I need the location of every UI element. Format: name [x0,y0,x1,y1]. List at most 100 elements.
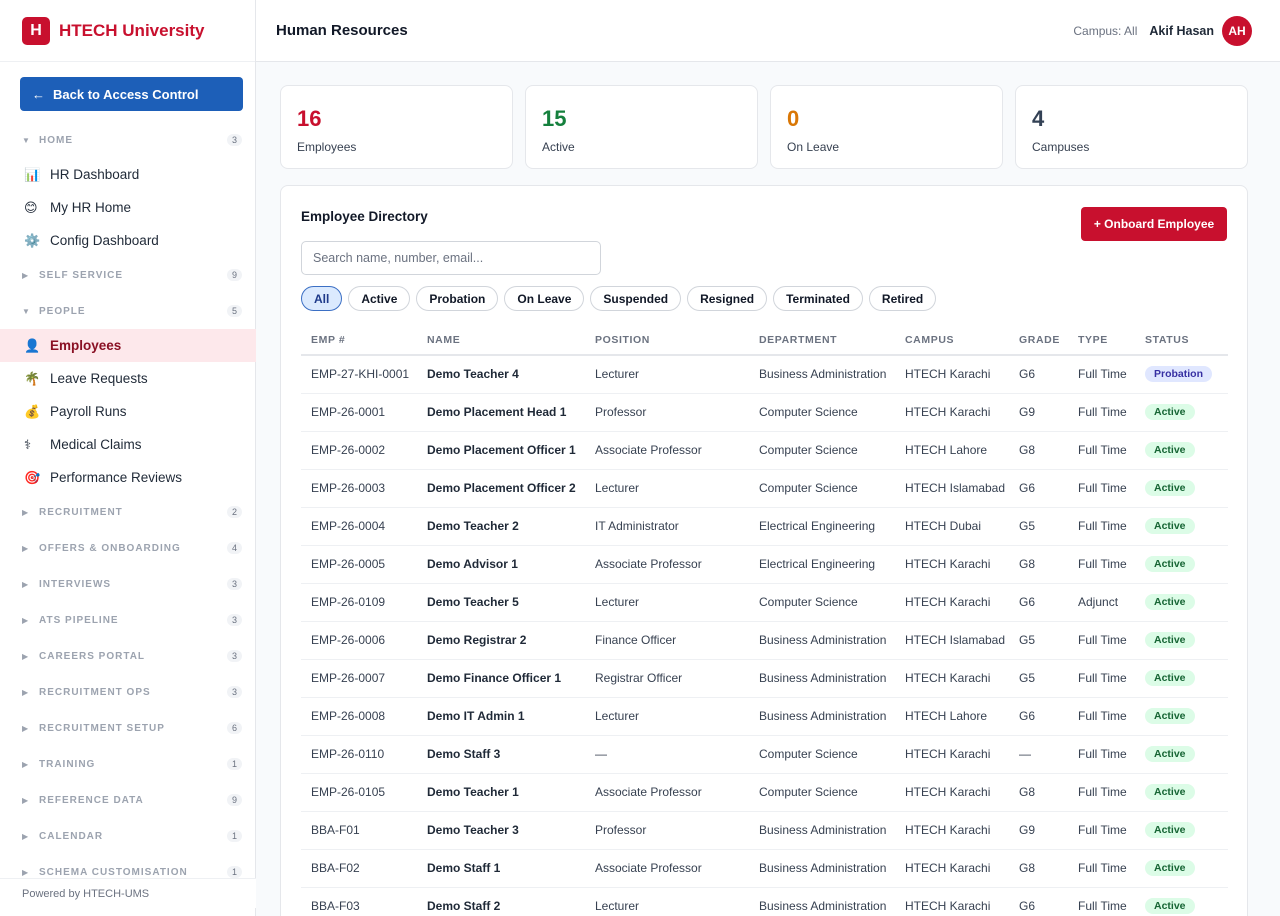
filter-chip[interactable]: Probation [416,286,499,311]
cell-department: Electrical Engineering [749,545,895,584]
nav-section[interactable]: ▼ HOME 3 [0,122,256,158]
table-row[interactable]: EMP-26-0003 Demo Placement Officer 2 Lectu… [301,469,1228,508]
sidebar-item[interactable]: 😊 My HR Home [0,191,256,224]
campus-selector[interactable]: Campus: All [1073,24,1137,38]
table-row[interactable]: EMP-26-0008 Demo IT Admin 1 Lecturer Busine… [301,697,1228,736]
nav-item-icon: ⚙️ [24,232,41,248]
nav-section-count: 3 [226,134,242,146]
cell-type: Full Time [1068,773,1135,812]
cell-status: Active [1135,393,1228,432]
cell-name: Demo Finance Officer 1 [417,659,585,698]
column-header[interactable]: DEPARTMENT [749,325,895,356]
table-row[interactable]: EMP-26-0109 Demo Teacher 5 Lecturer Compute… [301,583,1228,622]
table-row[interactable]: EMP-26-0006 Demo Registrar 2 Finance Offic… [301,621,1228,660]
column-header[interactable]: STATUS [1135,325,1228,356]
table-row[interactable]: BBA-F01 Demo Teacher 3 Professor Business A… [301,811,1228,850]
cell-campus: HTECH Karachi [895,773,1009,812]
nav-item-icon: ⚕ [24,436,32,452]
sidebar-item[interactable]: 🎯 Performance Reviews [0,461,256,494]
cell-emp: EMP-26-0110 [301,735,417,774]
cell-position: Finance Officer [585,621,749,660]
cell-campus: HTECH Karachi [895,393,1009,432]
cell-name: Demo Advisor 1 [417,545,585,584]
nav-section[interactable]: ▶ SELF SERVICE 9 [0,257,256,293]
column-header[interactable]: EMP # [301,325,417,356]
nav-section[interactable]: ▶ ATS PIPELINE 3 [0,602,256,638]
filter-chip[interactable]: On Leave [504,286,585,311]
search-input[interactable] [301,241,601,275]
cell-campus: HTECH Islamabad [895,469,1009,508]
cell-status: Active [1135,469,1228,508]
table-row[interactable]: EMP-26-0105 Demo Teacher 1 Associate Profe… [301,773,1228,812]
sidebar-item[interactable]: 💰 Payroll Runs [0,395,256,428]
cell-emp: EMP-26-0007 [301,659,417,698]
nav-section[interactable]: ▶ REFERENCE DATA 9 [0,782,256,818]
filter-chip[interactable]: Resigned [687,286,768,311]
cell-campus: HTECH Dubai [895,507,1009,546]
filter-chip[interactable]: Active [348,286,411,311]
nav-section[interactable]: ▶ TRAINING 1 [0,746,256,782]
brand[interactable]: H HTECH University [0,0,255,62]
cell-status: Active [1135,507,1228,546]
cell-department: Computer Science [749,393,895,432]
nav-section[interactable]: ▶ CAREERS PORTAL 3 [0,638,256,674]
column-header[interactable]: CAMPUS [895,325,1009,356]
table-row[interactable]: EMP-26-0005 Demo Advisor 1 Associate Profe… [301,545,1228,584]
back-to-access-control-button[interactable]: ← Back to Access Control [20,77,243,111]
filter-chip[interactable]: Suspended [590,286,682,311]
cell-grade: G6 [1009,887,1068,916]
nav-section[interactable]: ▶ RECRUITMENT SETUP 6 [0,710,256,746]
sidebar-item[interactable]: 📊 HR Dashboard [0,158,256,191]
sidebar-item[interactable]: ⚙️ Config Dashboard [0,224,256,257]
column-header[interactable]: NAME [417,325,585,356]
user-name[interactable]: Akif Hasan [1149,24,1214,38]
cell-campus: HTECH Karachi [895,355,1009,394]
column-header[interactable]: GRADE [1009,325,1068,356]
cell-grade: G9 [1009,811,1068,850]
table-row[interactable]: EMP-26-0002 Demo Placement Officer 1 Assoc… [301,431,1228,470]
table-row[interactable]: BBA-F03 Demo Staff 2 Lecturer Business Admi… [301,887,1228,916]
sidebar-item-label: HR Dashboard [50,167,140,182]
table-row[interactable]: EMP-26-0001 Demo Placement Head 1 Professo… [301,393,1228,432]
cell-department: Electrical Engineering [749,507,895,546]
cell-type: Full Time [1068,545,1135,584]
cell-emp: BBA-F02 [301,849,417,888]
sidebar-item[interactable]: 🌴 Leave Requests [0,362,256,395]
cell-grade: G6 [1009,583,1068,622]
nav-section[interactable]: ▼ PEOPLE 5 [0,293,256,329]
powered-by-footer: Powered by HTECH-UMS [0,878,256,908]
filter-chip[interactable]: Terminated [773,286,863,311]
cell-department: Business Administration [749,697,895,736]
cell-type: Full Time [1068,393,1135,432]
status-badge: Active [1145,708,1195,724]
table-row[interactable]: EMP-27-KHI-0001 Demo Teacher 4 Lecturer Bus… [301,355,1228,394]
avatar[interactable]: AH [1222,15,1252,46]
nav-section[interactable]: ▶ RECRUITMENT OPS 3 [0,674,256,710]
cell-name: Demo Staff 3 [417,735,585,774]
nav-section[interactable]: ▶ RECRUITMENT 2 [0,494,256,530]
column-header[interactable]: POSITION [585,325,749,356]
stat-card-on-leave: 0 On Leave [770,85,1003,169]
table-row[interactable]: EMP-26-0004 Demo Teacher 2 IT Administrato… [301,507,1228,546]
filter-chip[interactable]: All [301,286,343,311]
table-row[interactable]: BBA-F02 Demo Staff 1 Associate Professor Bu… [301,849,1228,888]
nav-section[interactable]: ▶ INTERVIEWS 3 [0,566,256,602]
cell-type: Full Time [1068,849,1135,888]
onboard-employee-button[interactable]: + Onboard Employee [1081,207,1227,241]
cell-emp: BBA-F03 [301,887,417,916]
cell-name: Demo Teacher 2 [417,507,585,546]
sidebar-item[interactable]: ⚕ Medical Claims [0,428,256,461]
cell-status: Active [1135,811,1228,850]
nav-section[interactable]: ▶ OFFERS & ONBOARDING 4 [0,530,256,566]
column-header[interactable]: TYPE [1068,325,1135,356]
filter-chip[interactable]: Retired [868,286,937,311]
nav-section[interactable]: ▶ CALENDAR 1 [0,818,256,854]
nav-item-icon: 🌴 [24,370,41,386]
table-row[interactable]: EMP-26-0110 Demo Staff 3— Computer Science… [301,735,1228,774]
cell-status: Active [1135,621,1228,660]
cell-campus: HTECH Karachi [895,545,1009,584]
nav-section-title: OFFERS & ONBOARDING [39,542,181,554]
sidebar-item[interactable]: 👤 Employees [0,329,256,362]
table-row[interactable]: EMP-26-0007 Demo Finance Officer 1 Registr… [301,659,1228,698]
cell-position: Associate Professor [585,773,749,812]
